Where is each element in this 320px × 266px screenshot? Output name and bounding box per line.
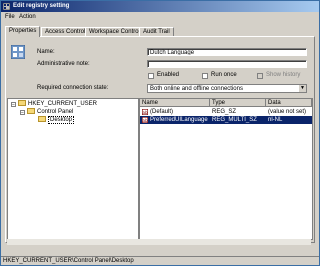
registry-values-list[interactable]: Name Type Data ab (Default) REG_SZ (valu… — [139, 98, 313, 240]
tree-node-desktop[interactable]: Desktop — [38, 116, 75, 124]
string-value-icon: ab — [142, 109, 148, 115]
window-title: Edit registry setting — [13, 3, 70, 9]
multi-string-value-icon: ab — [142, 117, 148, 123]
tree-node-label: Control Panel — [37, 109, 74, 115]
show-history-label: Show history — [266, 72, 301, 78]
enabled-label: Enabled — [157, 72, 180, 78]
folder-open-icon — [18, 100, 26, 107]
name-field[interactable]: Dutch Language — [147, 48, 307, 56]
tree-node-control-panel[interactable]: Control Panel — [27, 108, 73, 116]
title-bar[interactable]: Edit registry setting — [1, 1, 319, 12]
tab-access-control[interactable]: Access Control — [41, 27, 90, 36]
admin-note-field[interactable] — [147, 60, 307, 68]
svg-text:ab: ab — [143, 110, 148, 115]
cell-data: (value not set) — [268, 109, 307, 115]
registry-tree[interactable]: − HKEY_CURRENT_USER − Control Panel Desk… — [7, 98, 139, 240]
tree-node-label: HKEY_CURRENT_USER — [28, 101, 98, 107]
show-history-checkbox — [257, 73, 263, 79]
cell-name: PreferredUILanguages — [150, 117, 208, 123]
column-header-name[interactable]: Name — [140, 99, 210, 107]
registry-setting-icon — [11, 45, 25, 59]
tree-node-label: Desktop — [48, 116, 75, 124]
folder-open-icon — [27, 108, 35, 115]
name-label: Name: — [37, 49, 55, 55]
horizontal-scrollbar[interactable] — [7, 239, 311, 245]
required-state-label: Required connection state: — [37, 85, 109, 91]
menu-action[interactable]: Action — [19, 13, 36, 22]
tab-workspace-control[interactable]: Workspace Control — [85, 27, 144, 36]
list-row[interactable]: ab PreferredUILanguages REG_MULTI_SZ nl-… — [140, 116, 312, 124]
required-state-value: Both online and offline connections — [150, 86, 243, 92]
collapse-icon[interactable]: − — [20, 110, 25, 116]
run-once-label: Run once — [211, 72, 237, 78]
registry-icon — [3, 3, 10, 10]
cell-type: REG_SZ — [212, 109, 237, 115]
admin-note-label: Administrative note: — [37, 61, 90, 67]
cell-type: REG_MULTI_SZ — [212, 117, 257, 123]
run-once-checkbox[interactable] — [202, 73, 208, 79]
required-state-select[interactable]: Both online and offline connections ▼ — [147, 84, 307, 93]
edit-registry-window: Edit registry setting File Action Proper… — [0, 0, 320, 266]
cell-data: nl-NL — [268, 117, 283, 123]
svg-text:ab: ab — [143, 118, 148, 123]
cell-name: (Default) — [150, 109, 174, 115]
menu-bar: File Action — [1, 13, 319, 22]
tree-node-hkey-current-user[interactable]: HKEY_CURRENT_USER — [18, 100, 97, 108]
tab-properties[interactable]: Properties — [5, 26, 41, 37]
column-header-type[interactable]: Type — [210, 99, 266, 107]
column-header-data[interactable]: Data — [266, 99, 312, 107]
chevron-down-icon[interactable]: ▼ — [298, 85, 306, 92]
tab-audit-trail[interactable]: Audit Trail — [139, 27, 174, 36]
status-bar: HKEY_CURRENT_USER\Control Panel\Desktop — [1, 256, 319, 266]
folder-icon — [38, 116, 46, 123]
tab-strip: Properties Access Control Workspace Cont… — [5, 26, 315, 37]
collapse-icon[interactable]: − — [11, 102, 16, 108]
status-path: HKEY_CURRENT_USER\Control Panel\Desktop — [3, 258, 134, 264]
list-row[interactable]: ab (Default) REG_SZ (value not set) — [140, 108, 312, 116]
enabled-checkbox[interactable] — [148, 73, 154, 79]
menu-file[interactable]: File — [5, 13, 15, 22]
